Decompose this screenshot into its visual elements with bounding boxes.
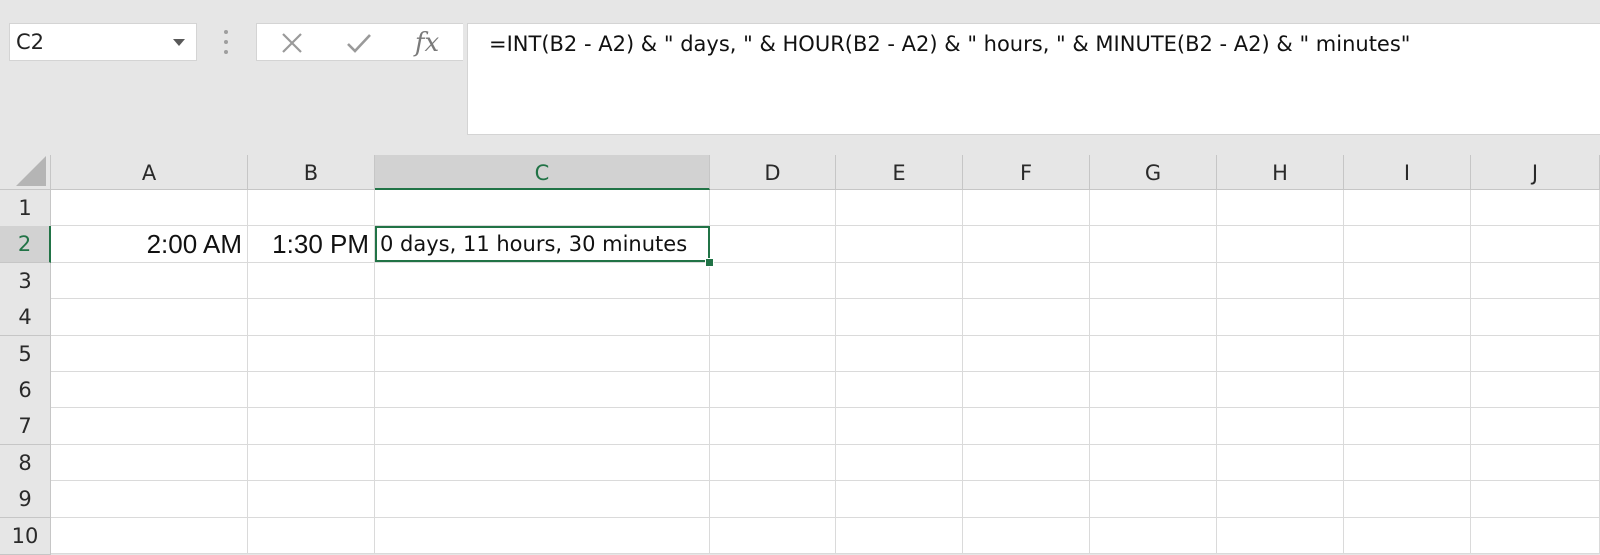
row-header-8[interactable]: 8 [0,444,51,482]
column-header-a[interactable]: A [51,155,248,190]
formula-text: =INT(B2 - A2) & " days, " & HOUR(B2 - A2… [489,32,1411,56]
row-header-2[interactable]: 2 [0,226,51,264]
grip-handle-icon[interactable] [224,30,228,54]
column-header-g[interactable]: G [1090,155,1217,190]
worksheet-grid: ABCDEFGHIJ 1 2 3 4 5 6 7 8 9 10 2:00 AM 1:30 PM 0 d… [0,155,1600,555]
gridline-horizontal [51,480,1600,482]
fx-icon: fx [414,28,440,58]
formula-bar-area: C2 fx =INT(B2 - A2) & " days, " & HOUR(B… [0,0,1600,155]
gridline-vertical [962,190,963,554]
gridline-horizontal [51,516,1600,518]
column-header-d[interactable]: D [710,155,836,190]
gridline-horizontal [51,334,1600,336]
gridline-horizontal [51,443,1600,445]
gridline-vertical [1216,190,1217,554]
name-box[interactable]: C2 [9,23,197,61]
insert-function-button[interactable]: fx [402,24,452,62]
checkmark-icon [347,34,371,53]
row-header-4[interactable]: 4 [0,299,51,337]
cancel-button[interactable] [267,24,317,62]
cell-b2[interactable]: 1:30 PM [248,226,375,262]
select-all-button[interactable] [0,155,51,190]
row-header-1[interactable]: 1 [0,190,51,227]
row-header-6[interactable]: 6 [0,372,51,409]
column-header-h[interactable]: H [1217,155,1344,190]
cell-c2[interactable]: 0 days, 11 hours, 30 minutes [375,226,710,263]
gridline-vertical [1343,190,1344,554]
row-header-7[interactable]: 7 [0,408,51,446]
fill-handle[interactable] [705,257,714,267]
column-header-i[interactable]: I [1344,155,1471,190]
gridline-horizontal [51,371,1600,372]
row-header-5[interactable]: 5 [0,335,51,373]
gridline-vertical [835,190,836,554]
row-header-9[interactable]: 9 [0,481,51,519]
formula-input[interactable]: =INT(B2 - A2) & " days, " & HOUR(B2 - A2… [467,23,1600,135]
formula-buttons: fx [256,23,463,61]
column-header-f[interactable]: F [963,155,1090,190]
gridline-vertical [1089,190,1090,554]
column-header-b[interactable]: B [248,155,375,190]
gridline-horizontal [51,407,1600,409]
name-box-value: C2 [16,30,45,54]
column-header-j[interactable]: J [1471,155,1600,190]
row-header-10[interactable]: 10 [0,517,51,555]
x-icon [282,33,302,53]
gridline-vertical [1470,190,1471,554]
column-header-e[interactable]: E [836,155,963,190]
column-header-c[interactable]: C [375,155,710,190]
enter-button[interactable] [334,24,384,62]
row-header-3[interactable]: 3 [0,262,51,300]
chevron-down-icon[interactable] [173,39,185,46]
cell-a2[interactable]: 2:00 AM [51,226,248,262]
gridline-horizontal [51,298,1600,300]
